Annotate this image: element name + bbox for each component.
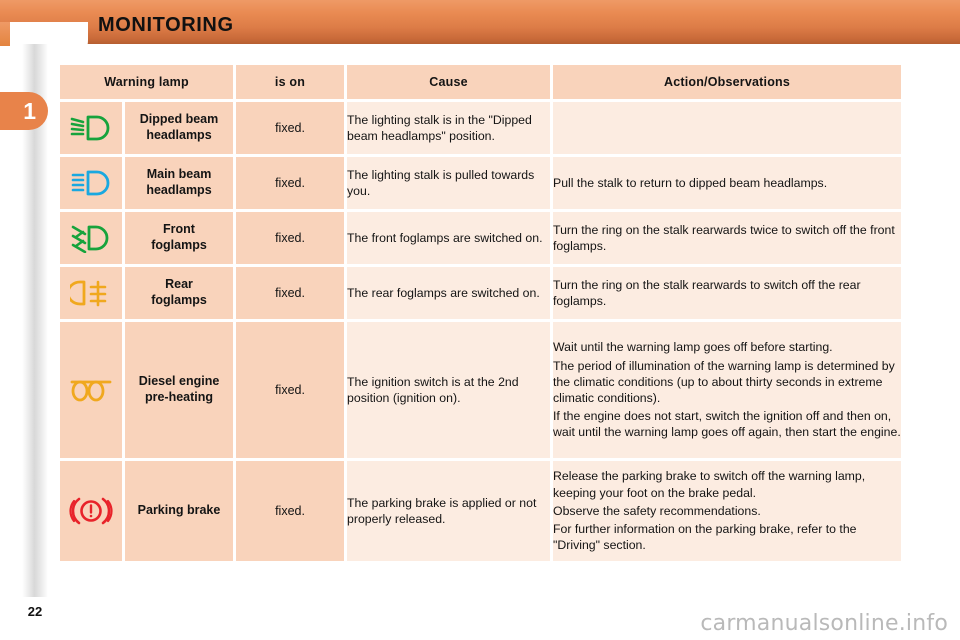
lamp-name-line1: Main beam bbox=[146, 167, 212, 182]
action-text: Turn the ring on the stalk rearwards twi… bbox=[553, 212, 901, 264]
action-text: Pull the stalk to return to dipped beam … bbox=[553, 157, 901, 209]
is-on-value: fixed. bbox=[236, 157, 345, 209]
cause-text: The ignition switch is at the 2nd positi… bbox=[347, 322, 551, 458]
cause-text: The lighting stalk is in the "Dipped bea… bbox=[347, 102, 551, 154]
column-header-cause: Cause bbox=[347, 65, 551, 99]
column-header-is-on: is on bbox=[236, 65, 345, 99]
action-paragraph: The period of illumination of the warnin… bbox=[553, 358, 895, 405]
lamp-name-line1: Rear bbox=[165, 277, 193, 292]
front-foglamp-icon bbox=[60, 212, 122, 264]
page-title: MONITORING bbox=[98, 14, 234, 36]
action-text bbox=[553, 102, 901, 154]
lamp-name-line1: Dipped beam bbox=[139, 112, 219, 127]
lamp-name-line1: Front bbox=[163, 222, 195, 237]
is-on-value: fixed. bbox=[236, 461, 345, 561]
site-watermark: carmanualsonline.info bbox=[700, 611, 948, 636]
action-text: Turn the ring on the stalk rearwards to … bbox=[553, 267, 901, 319]
lamp-name: Parking brake bbox=[125, 461, 234, 561]
lamp-name-line1: Diesel engine bbox=[138, 374, 220, 389]
is-on-value: fixed. bbox=[236, 212, 345, 264]
table-header-row: Warning lamp is on Cause Action/Observat… bbox=[60, 65, 901, 99]
table-row: Front foglamps fixed. The front foglamps… bbox=[60, 212, 901, 264]
action-text-group: Wait until the warning lamp goes off bef… bbox=[553, 322, 901, 458]
action-paragraph: For further information on the parking b… bbox=[553, 522, 857, 553]
table-row: Rear foglamps fixed. The rear foglamps a… bbox=[60, 267, 901, 319]
banner-notch-cap bbox=[0, 22, 10, 46]
cause-text: The front foglamps are switched on. bbox=[347, 212, 551, 264]
cause-text: The lighting stalk is pulled towards you… bbox=[347, 157, 551, 209]
page-number: 22 bbox=[27, 604, 43, 619]
lamp-name-line2: headlamps bbox=[146, 183, 212, 197]
is-on-value: fixed. bbox=[236, 322, 345, 458]
table-row: Parking brake fixed. The parking brake i… bbox=[60, 461, 901, 561]
rear-foglamp-icon bbox=[60, 267, 122, 319]
table-row: Dipped beam headlamps fixed. The lightin… bbox=[60, 102, 901, 154]
chapter-number: 1 bbox=[23, 98, 36, 124]
action-text-group: Release the parking brake to switch off … bbox=[553, 461, 901, 561]
main-beam-headlamp-icon bbox=[60, 157, 122, 209]
action-paragraph: Release the parking brake to switch off … bbox=[553, 469, 866, 500]
lamp-name-line2: pre-heating bbox=[144, 390, 214, 404]
lamp-name-line2: foglamps bbox=[151, 238, 207, 252]
parking-brake-icon bbox=[60, 461, 122, 561]
lamp-name: Rear foglamps bbox=[125, 267, 234, 319]
is-on-value: fixed. bbox=[236, 102, 345, 154]
action-paragraph: Wait until the warning lamp goes off bef… bbox=[553, 340, 833, 355]
action-paragraph: Observe the safety recommendations. bbox=[553, 503, 761, 518]
lamp-name: Main beam headlamps bbox=[125, 157, 234, 209]
lamp-name: Front foglamps bbox=[125, 212, 234, 264]
lamp-name-line1: Parking brake bbox=[137, 503, 221, 518]
diesel-preheating-icon bbox=[60, 322, 122, 458]
is-on-value: fixed. bbox=[236, 267, 345, 319]
lamp-name: Dipped beam headlamps bbox=[125, 102, 234, 154]
cause-text: The rear foglamps are switched on. bbox=[347, 267, 551, 319]
cause-text: The parking brake is applied or not prop… bbox=[347, 461, 551, 561]
column-header-action-observations: Action/Observations bbox=[553, 65, 901, 99]
dipped-beam-headlamp-icon bbox=[60, 102, 122, 154]
table-row: Diesel engine pre-heating fixed. The ign… bbox=[60, 322, 901, 458]
lamp-name-line2: foglamps bbox=[151, 293, 207, 307]
lamp-name: Diesel engine pre-heating bbox=[125, 322, 234, 458]
chapter-tab: 1 bbox=[0, 92, 48, 130]
lamp-name-line2: headlamps bbox=[146, 128, 212, 142]
column-header-warning-lamp: Warning lamp bbox=[60, 65, 234, 99]
page-header-banner: MONITORING bbox=[0, 0, 960, 66]
table-row: Main beam headlamps fixed. The lighting … bbox=[60, 157, 901, 209]
action-paragraph: If the engine does not start, switch the… bbox=[553, 409, 901, 440]
warning-lamp-table: Warning lamp is on Cause Action/Observat… bbox=[57, 62, 904, 564]
